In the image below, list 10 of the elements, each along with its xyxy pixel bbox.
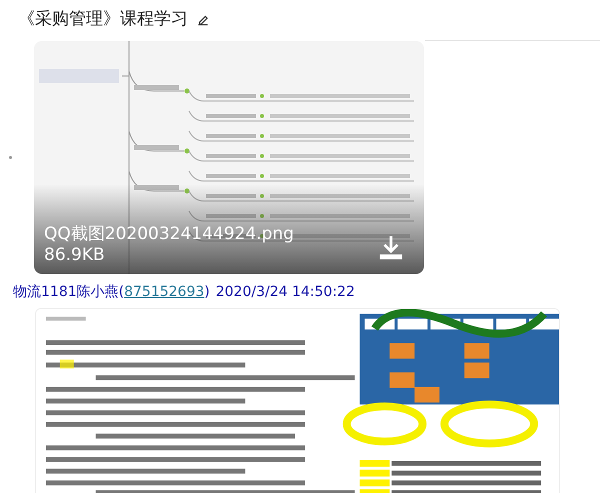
file-size: 86.9KB — [44, 244, 106, 266]
image-attachment-card[interactable]: QQ截图20200324144924.png 86.9KB — [34, 41, 424, 274]
edit-icon[interactable] — [196, 13, 210, 27]
download-icon[interactable] — [378, 234, 404, 260]
qq-number-link[interactable]: 875152693 — [124, 282, 204, 302]
page-title: 《采购管理》课程学习 — [18, 8, 188, 32]
message-time: 2020/3/24 14:50:22 — [216, 282, 355, 302]
file-name: QQ截图20200324144924.png — [44, 224, 294, 245]
author-bracket: ) — [204, 282, 210, 302]
message-author: 物流1181陈小燕( — [13, 282, 124, 302]
